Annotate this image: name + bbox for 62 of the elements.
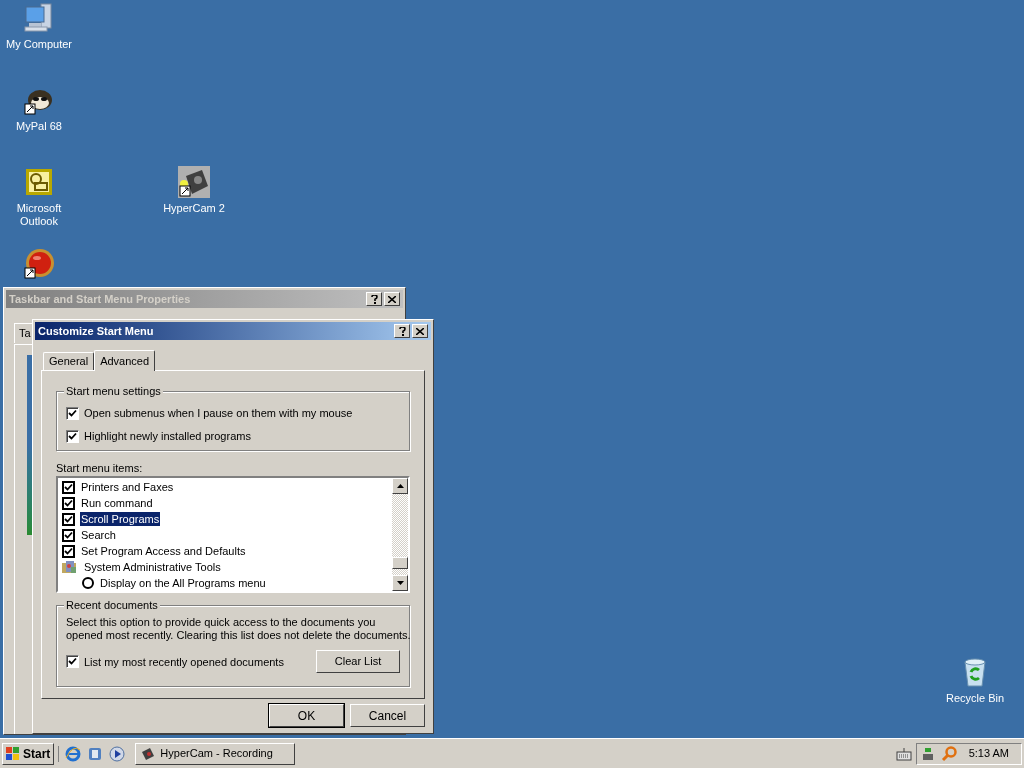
group-title: Recent documents [64,598,160,612]
close-icon [416,327,424,335]
envelope-clock-icon [23,166,55,198]
checkbox[interactable] [62,496,75,510]
list-item[interactable]: Set Program Access and Defaults [80,544,247,558]
ball-icon [23,248,55,280]
tab[interactable]: General [43,352,95,370]
list-item[interactable]: System Administrative Tools [83,560,222,574]
desktop-icon-label[interactable]: MyPal 68 [4,120,74,133]
keyboard-icon[interactable] [895,746,912,761]
browser-icon[interactable] [65,745,82,762]
clock[interactable]: 5:13 AM [960,745,1017,762]
group-title: Start menu settings [64,384,163,398]
list-item[interactable]: Scroll Programs [80,512,161,526]
scroll-thumb[interactable] [392,557,408,569]
checkbox[interactable] [62,544,75,558]
help-icon [370,294,378,304]
play-icon[interactable] [109,745,126,762]
close-button[interactable] [412,324,428,338]
scroll-down-button[interactable] [392,575,408,591]
option-label: Open submenus when I pause on them with my mouse [84,406,353,420]
desktop-icon-label[interactable]: My Computer [4,38,74,51]
camera-icon [178,166,210,198]
camera-icon [140,745,157,762]
list-label: Start menu items: [56,461,144,475]
description-text: Select this option to provide quick access to the documents you opened most recently. Clearing this list does not delete the documents. [66,616,411,642]
tab[interactable]: Advanced [94,350,156,371]
help-icon [398,326,406,336]
window-title: Taskbar and Start Menu Properties [9,291,191,307]
checkbox[interactable] [62,528,75,542]
list-item[interactable]: Search [80,528,117,542]
checkbox[interactable] [62,512,75,526]
ok-button[interactable]: OK [269,704,344,727]
start-button[interactable]: Start [2,742,55,765]
cancel-button[interactable]: Cancel [350,704,425,727]
windows-logo-icon [6,746,20,761]
close-icon [388,295,396,303]
taskbar-button[interactable]: HyperCam - Recording [135,742,296,765]
option-label: Highlight newly installed programs [84,429,251,443]
window-title: Customize Start Menu [38,323,154,339]
desktop-icon-label[interactable]: Recycle Bin [940,692,1010,705]
desktop-icon-label[interactable]: Microsoft Outlook [4,202,74,228]
clear-list-button[interactable]: Clear List [316,650,400,673]
computer-icon [23,2,55,34]
help-button[interactable] [366,292,382,306]
radio-button[interactable] [82,577,94,589]
desktop-icon-label[interactable]: HyperCam 2 [159,202,229,215]
checkbox[interactable] [62,480,75,494]
folder-tools-icon [62,560,78,574]
list-item[interactable]: Run command [80,496,154,510]
scrollbar[interactable] [392,478,408,591]
up-arrow-icon [396,484,404,488]
checkbox[interactable] [66,406,79,420]
checkbox[interactable] [66,429,79,443]
list-item[interactable]: Display on the All Programs menu [99,576,267,590]
option-label: List my most recently opened documents [84,654,284,669]
help-button[interactable] [394,324,410,338]
checkbox[interactable] [66,655,79,668]
down-arrow-icon [396,581,404,585]
list-item[interactable]: Printers and Faxes [80,480,175,494]
scroll-up-button[interactable] [392,478,408,494]
close-button[interactable] [384,292,400,306]
